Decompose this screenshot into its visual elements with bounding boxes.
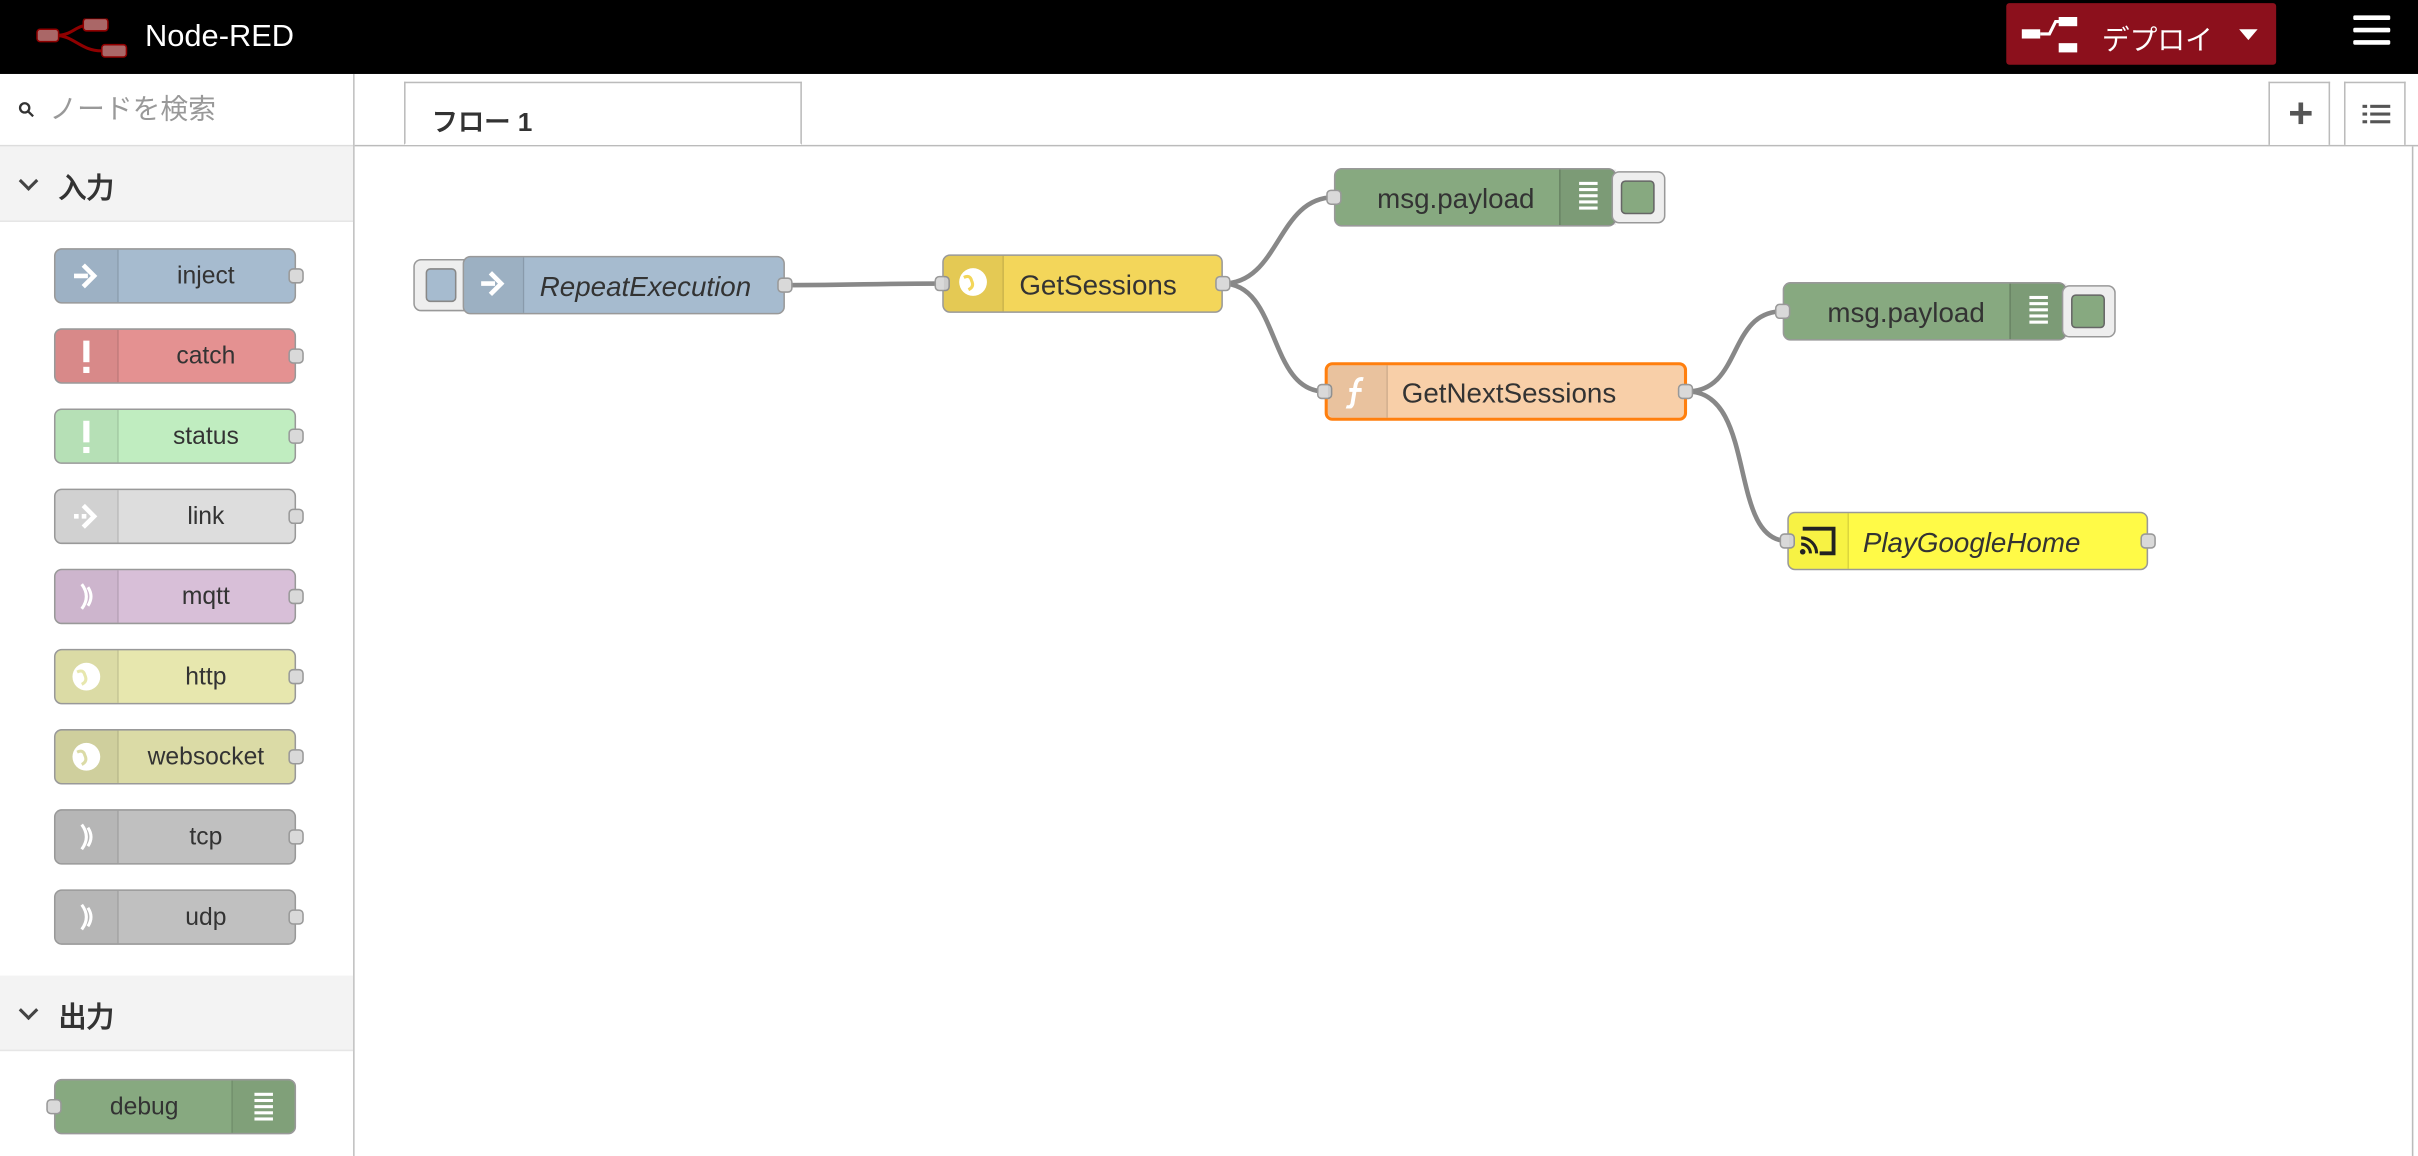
app-title: Node-RED [144, 20, 295, 54]
category-header-input[interactable]: 入力 [0, 146, 354, 222]
bridge-icon [80, 823, 93, 851]
palette-node-label: debug [109, 1094, 179, 1121]
palette-node-link[interactable]: link [53, 488, 304, 545]
flow-node-getsessions[interactable]: GetSessions [934, 254, 1231, 313]
debug-icon [1579, 181, 1598, 210]
main-menu-button[interactable] [2353, 15, 2391, 52]
tab-label: フロー 1 [431, 107, 533, 138]
globe-icon [72, 742, 101, 771]
debug-icon [2029, 295, 2048, 324]
palette-node-inject[interactable]: inject [53, 248, 304, 304]
output-port[interactable] [288, 909, 304, 925]
bridge-icon [80, 583, 93, 610]
list-icon [2362, 104, 2391, 124]
node-red-logo-icon [36, 18, 128, 58]
output-port[interactable] [288, 588, 304, 605]
flow-node-label: GetNextSessions [1401, 377, 1617, 409]
flow-node-label: GetSessions [1019, 269, 1177, 301]
palette-node-label: inject [177, 263, 235, 290]
input-port[interactable] [1774, 303, 1791, 320]
deploy-button[interactable]: デプロイ [2006, 3, 2277, 65]
input-port[interactable] [1326, 189, 1342, 205]
workspace-tabbar: フロー 1 [354, 73, 2418, 147]
palette-node-tcp[interactable]: tcp [53, 809, 304, 865]
flow-node-label: msg.payload [1827, 297, 1985, 329]
chevron-down-icon [18, 171, 39, 191]
palette-node-udp[interactable]: udp [53, 889, 304, 945]
output-port[interactable] [288, 829, 304, 845]
output-port[interactable] [288, 428, 304, 444]
palette-node-label: mqtt [181, 584, 230, 611]
deploy-icon [2021, 16, 2078, 53]
header-bar: Node-RED デプロイ [0, 0, 2418, 74]
palette-node-label: http [185, 664, 227, 691]
hamburger-icon [2353, 15, 2391, 21]
palette-node-status[interactable]: status [53, 408, 304, 464]
search-input[interactable] [49, 92, 335, 127]
plus-icon [2290, 102, 2312, 125]
output-port[interactable] [288, 668, 304, 685]
flow-node-label: RepeatExecution [539, 271, 752, 303]
list-flows-button[interactable] [2343, 81, 2406, 145]
palette-node-label: link [187, 504, 225, 531]
palette-search [0, 74, 354, 147]
output-port[interactable] [777, 277, 793, 293]
flow-node-label: PlayGoogleHome [1862, 527, 2081, 558]
palette-node-label: udp [185, 904, 227, 931]
palette-node-label: catch [176, 343, 236, 370]
palette-sidebar: 入力 inject catch [0, 73, 355, 1156]
flow-node-debug-msg-payload-2[interactable]: msg.payload [1774, 282, 2067, 341]
flow-canvas[interactable]: RepeatExecution GetSessions msg.payload [354, 146, 2414, 1156]
output-port[interactable] [1215, 275, 1231, 292]
link-in-icon [74, 503, 98, 529]
palette-node-mqtt[interactable]: mqtt [53, 568, 304, 625]
bridge-icon [80, 903, 93, 931]
output-port[interactable] [288, 508, 304, 525]
palette-node-label: status [172, 423, 239, 451]
alert-icon [83, 420, 90, 454]
arrow-in-icon [481, 271, 505, 297]
output-port[interactable] [288, 749, 304, 765]
flow-node-debug-msg-payload-1[interactable]: msg.payload [1326, 168, 1617, 227]
add-flow-button[interactable] [2268, 81, 2331, 145]
alert-icon [83, 340, 90, 373]
function-icon [1345, 376, 1364, 409]
category-label: 入力 [58, 172, 115, 204]
palette-node-label: websocket [147, 744, 265, 771]
palette-node-label: tcp [189, 824, 223, 851]
arrow-in-icon [74, 263, 98, 289]
category-header-output[interactable]: 出力 [0, 975, 354, 1052]
output-port[interactable] [288, 268, 304, 284]
palette-node-catch[interactable]: catch [53, 328, 304, 384]
flow-node-repeatexecution[interactable]: RepeatExecution [462, 255, 793, 315]
cast-icon [1799, 526, 1836, 556]
palette-node-debug[interactable]: debug [46, 1078, 297, 1135]
chevron-down-icon[interactable] [2239, 29, 2258, 41]
globe-icon [959, 268, 987, 296]
palette-node-websocket[interactable]: websocket [53, 729, 304, 785]
debug-toggle-button[interactable] [2061, 285, 2116, 338]
deploy-label: デプロイ [2101, 24, 2213, 56]
debug-icon [254, 1092, 273, 1121]
globe-icon [72, 662, 101, 691]
chevron-down-icon [18, 1000, 39, 1021]
category-label: 出力 [58, 1001, 115, 1033]
output-port[interactable] [1677, 383, 1694, 400]
debug-toggle-button[interactable] [1611, 171, 1666, 224]
output-port[interactable] [2140, 533, 2156, 549]
flow-node-label: msg.payload [1377, 183, 1535, 215]
flow-node-playgooglehome[interactable]: PlayGoogleHome [1779, 511, 2156, 571]
flow-node-getnextsessions[interactable]: GetNextSessions [1316, 362, 1694, 421]
tab-flow-1[interactable]: フロー 1 [404, 81, 802, 145]
output-port[interactable] [288, 348, 304, 364]
search-icon [18, 102, 34, 118]
palette-node-http[interactable]: http [53, 648, 304, 705]
